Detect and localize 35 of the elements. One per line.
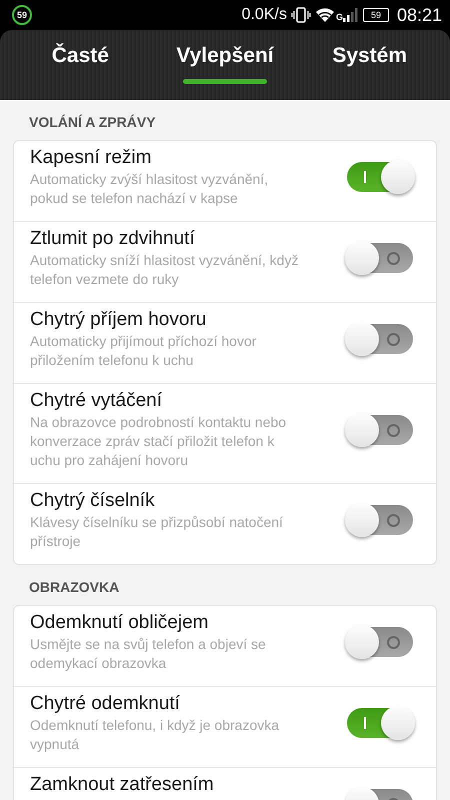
tab[interactable]: Systém [297, 30, 442, 100]
setting-description: Automaticky zvýší hlasitost vyzvánění, pokud se telefon nachází v kapse [30, 170, 270, 208]
setting-title: Chytrý číselník [30, 489, 155, 513]
setting-title: Chytrý příjem hovoru [30, 308, 206, 332]
setting-title: Zamknout zatřesením [30, 773, 214, 797]
network-type: G [336, 12, 343, 22]
signal-icon [342, 8, 359, 22]
setting-description: Usmějte se na svůj telefon a objeví se odemykací obrazovka [30, 635, 267, 673]
toggle-switch[interactable] [347, 708, 413, 738]
section-header: OBRAZOVKA [28, 578, 120, 597]
section-header: VOLÁNÍ A ZPRÁVY [28, 113, 156, 132]
vibrate-icon [290, 7, 311, 23]
setting-description: Klávesy číselníku se přizpůsobí natočení přístroje [30, 513, 284, 551]
setting-description: Odemknutí telefonu, i když je obrazovka vypnutá [30, 716, 280, 754]
wifi-icon [314, 7, 335, 23]
setting-title: Kapesní režim [30, 146, 152, 170]
setting-title: Chytré vytáčení [30, 389, 162, 413]
toggle-switch[interactable] [347, 162, 413, 192]
toggle-switch[interactable] [347, 627, 413, 657]
network-speed: 0.0K/s [242, 6, 287, 24]
memory-badge: 59 [12, 5, 32, 25]
toggle-switch[interactable] [347, 324, 413, 354]
tab[interactable]: Časté [8, 30, 153, 100]
setting-title: Odemknutí obličejem [30, 611, 208, 635]
setting-description: Automaticky přijímout příchozí hovor přiložením telefonu k uchu [30, 332, 258, 370]
setting-description: Automaticky sníží hlasitost vyzvánění, když telefon vezmete do ruky [30, 251, 300, 289]
toggle-switch[interactable] [347, 505, 413, 535]
setting-description: Na obrazovce podrobností kontaktu nebo konverzace zpráv stačí přiložit telefon k uchu pro zahájení hovoru [30, 413, 288, 470]
setting-title: Chytré odemknutí [30, 692, 180, 716]
toggle-switch[interactable] [347, 243, 413, 273]
tab[interactable]: Vylepšení [152, 30, 298, 100]
battery-level: 59 [362, 8, 389, 22]
setting-title: Ztlumit po zdvihnutí [30, 227, 195, 251]
toggle-switch[interactable] [347, 414, 413, 444]
clock: 08:21 [396, 4, 442, 26]
